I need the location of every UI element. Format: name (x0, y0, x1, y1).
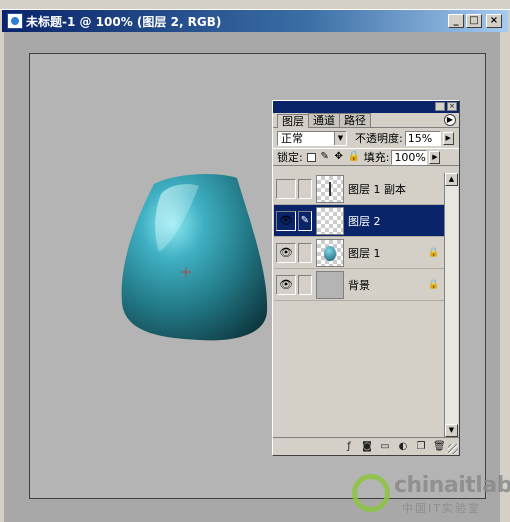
panel-minimize-icon[interactable] (435, 102, 445, 111)
panel-close-icon[interactable]: × (447, 102, 457, 111)
layer-name: 图层 2 (348, 214, 381, 228)
layers-scrollbar[interactable]: ▲ ▼ (444, 173, 458, 437)
new-set-folder-icon[interactable]: ▭ (379, 441, 391, 452)
opacity-label: 不透明度: (355, 132, 403, 145)
layer-thumbnail (316, 238, 344, 267)
eye-icon[interactable]: 👁 (276, 242, 296, 263)
layers-panel: × 图层 通道 路径 ▶ 正常 ▼ 不透明度: 15% ▶ 锁定: ✎ ✥ 🔒 … (272, 100, 460, 456)
tab-channels[interactable]: 通道 (308, 113, 340, 127)
logo-mark (352, 474, 390, 512)
panel-tabs: 图层 通道 路径 ▶ (273, 113, 459, 128)
trash-icon[interactable]: 🗑 (433, 441, 446, 452)
visibility-toggle[interactable] (276, 178, 296, 199)
tab-layers[interactable]: 图层 (277, 114, 309, 128)
close-button[interactable]: × (486, 14, 502, 28)
layer-style-icon[interactable]: ƒ (343, 441, 355, 452)
dropdown-arrow-icon[interactable]: ▼ (334, 131, 346, 145)
lock-icon: 🔒 (428, 247, 440, 258)
layer-name: 背景 (348, 278, 370, 292)
opacity-slider-arrow-icon[interactable]: ▶ (442, 131, 454, 145)
panel-bottom-toolbar: ƒ ◙ ▭ ◐ ❐ 🗑 (273, 437, 459, 455)
add-mask-icon[interactable]: ◙ (361, 441, 373, 452)
layer-thumbnail (316, 206, 344, 235)
eye-icon[interactable]: 👁 (276, 274, 296, 295)
opacity-input[interactable]: 15% (404, 130, 441, 146)
new-layer-icon[interactable]: ❐ (415, 441, 427, 452)
panel-title-bar[interactable]: × (273, 101, 459, 113)
link-toggle[interactable] (298, 242, 312, 263)
title-bar[interactable]: 未标题-1 @ 100% (图层 2, RGB) _ □ × (2, 10, 508, 32)
panel-menu-arrow-icon[interactable]: ▶ (444, 114, 456, 126)
scroll-up-icon[interactable]: ▲ (445, 173, 458, 186)
blend-mode-value: 正常 (281, 131, 303, 145)
layer-row[interactable]: 👁 图层 1 🔒 (274, 237, 444, 269)
tab-paths[interactable]: 路径 (339, 113, 371, 127)
blend-mode-select[interactable]: 正常 ▼ (277, 130, 347, 146)
lock-fill-row: 锁定: ✎ ✥ 🔒 填充: 100% ▶ (273, 148, 459, 166)
lock-transparency-icon[interactable] (306, 152, 316, 162)
layer-row-selected[interactable]: 👁 ✎ 图层 2 (274, 205, 444, 237)
eye-icon[interactable]: 👁 (276, 210, 296, 231)
menu-strip (0, 0, 510, 10)
scroll-down-icon[interactable]: ▼ (445, 424, 458, 437)
photoshop-doc-icon (7, 13, 23, 29)
logo-brand-text: chinaitlab (394, 473, 510, 498)
fill-input[interactable]: 100% (391, 149, 428, 165)
blend-opacity-row: 正常 ▼ 不透明度: 15% ▶ (273, 128, 459, 148)
lock-position-move-icon[interactable]: ✥ (334, 152, 344, 162)
chinaitlab-logo: chinaitlab 中国IT实验室 (352, 470, 510, 520)
layer-thumbnail (316, 174, 344, 203)
layer-row[interactable]: 图层 1 副本 (274, 173, 444, 205)
fill-label: 填充: (363, 151, 390, 164)
lock-icon: 🔒 (428, 279, 440, 290)
fill-slider-arrow-icon[interactable]: ▶ (429, 150, 441, 164)
link-toggle[interactable] (298, 274, 312, 295)
layer-row[interactable]: 👁 背景 🔒 (274, 269, 444, 301)
resize-grip[interactable] (448, 444, 458, 454)
adjustment-layer-icon[interactable]: ◐ (397, 441, 409, 452)
logo-subtitle: 中国IT实验室 (402, 502, 481, 515)
lock-pixels-brush-icon[interactable]: ✎ (320, 152, 330, 162)
lock-all-icon[interactable]: 🔒 (348, 152, 360, 162)
minimize-button[interactable]: _ (448, 14, 464, 28)
maximize-button[interactable]: □ (466, 14, 482, 28)
teal-vessel-shape (121, 174, 268, 341)
brush-icon[interactable]: ✎ (298, 210, 312, 231)
lock-label: 锁定: (277, 151, 303, 164)
link-toggle[interactable] (298, 178, 312, 199)
document-window: 未标题-1 @ 100% (图层 2, RGB) _ □ × × 图层 通道 路… (0, 0, 510, 522)
layer-name: 图层 1 (348, 246, 381, 260)
window-title: 未标题-1 @ 100% (图层 2, RGB) (26, 14, 222, 29)
layers-list: 图层 1 副本 👁 ✎ 图层 2 👁 图层 1 🔒 👁 背景 🔒 (274, 173, 444, 437)
layer-name: 图层 1 副本 (348, 182, 406, 196)
layer-thumbnail (316, 270, 344, 299)
